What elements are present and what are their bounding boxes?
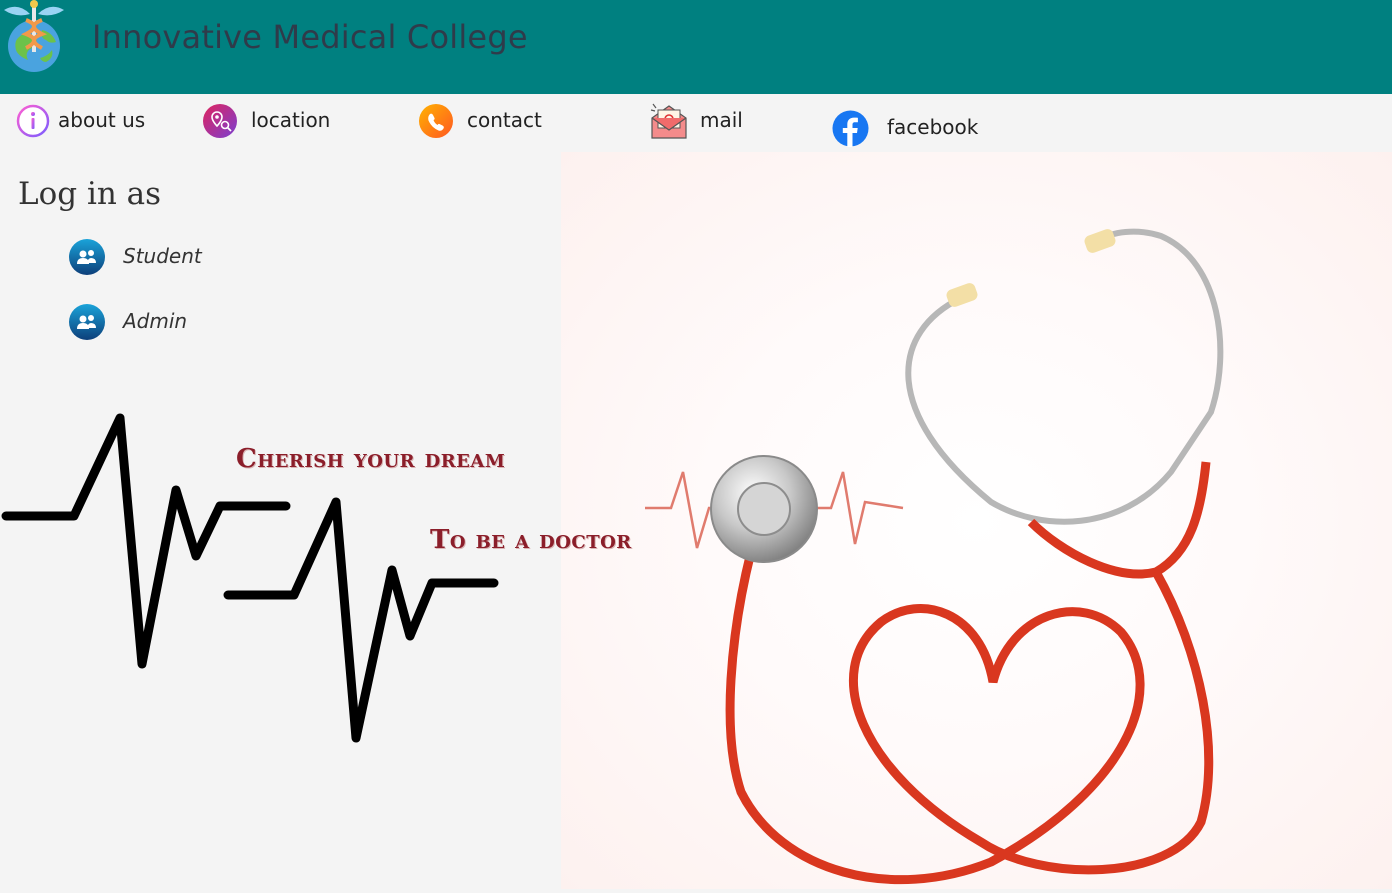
nav-location-label: location [251, 108, 331, 132]
top-nav: about us location contact mail facebook [0, 94, 1392, 152]
hero-stethoscope-image [561, 152, 1392, 889]
caduceus-globe-icon [4, 0, 64, 72]
facebook-icon [832, 110, 869, 147]
user-group-icon [69, 304, 105, 340]
login-admin-label: Admin [123, 309, 188, 333]
tagline-line-1: Cherish your dream [236, 444, 506, 474]
header-bar: Innovative Medical College [0, 0, 1392, 94]
nav-facebook[interactable]: facebook [832, 94, 992, 152]
nav-about-us[interactable]: about us [16, 94, 156, 152]
stethoscope-heart-illustration [645, 228, 1224, 885]
info-icon [16, 104, 50, 138]
phone-icon [419, 104, 453, 138]
location-pin-icon [203, 104, 237, 138]
mail-envelope-icon [650, 103, 687, 139]
login-heading: Log in as [18, 176, 162, 212]
nav-contact-label: contact [467, 108, 542, 132]
nav-location[interactable]: location [202, 94, 342, 152]
login-student-label: Student [123, 244, 202, 268]
nav-mail[interactable]: mail [650, 94, 770, 152]
site-title: Innovative Medical College [92, 18, 528, 56]
nav-contact[interactable]: contact [418, 94, 558, 152]
nav-about-us-label: about us [58, 108, 146, 132]
login-student-button[interactable]: Student [68, 238, 208, 276]
login-admin-button[interactable]: Admin [68, 303, 208, 341]
user-group-icon [69, 239, 105, 275]
nav-mail-label: mail [700, 108, 743, 132]
nav-facebook-label: facebook [887, 115, 979, 139]
tagline-line-2: To be a doctor [430, 525, 632, 555]
